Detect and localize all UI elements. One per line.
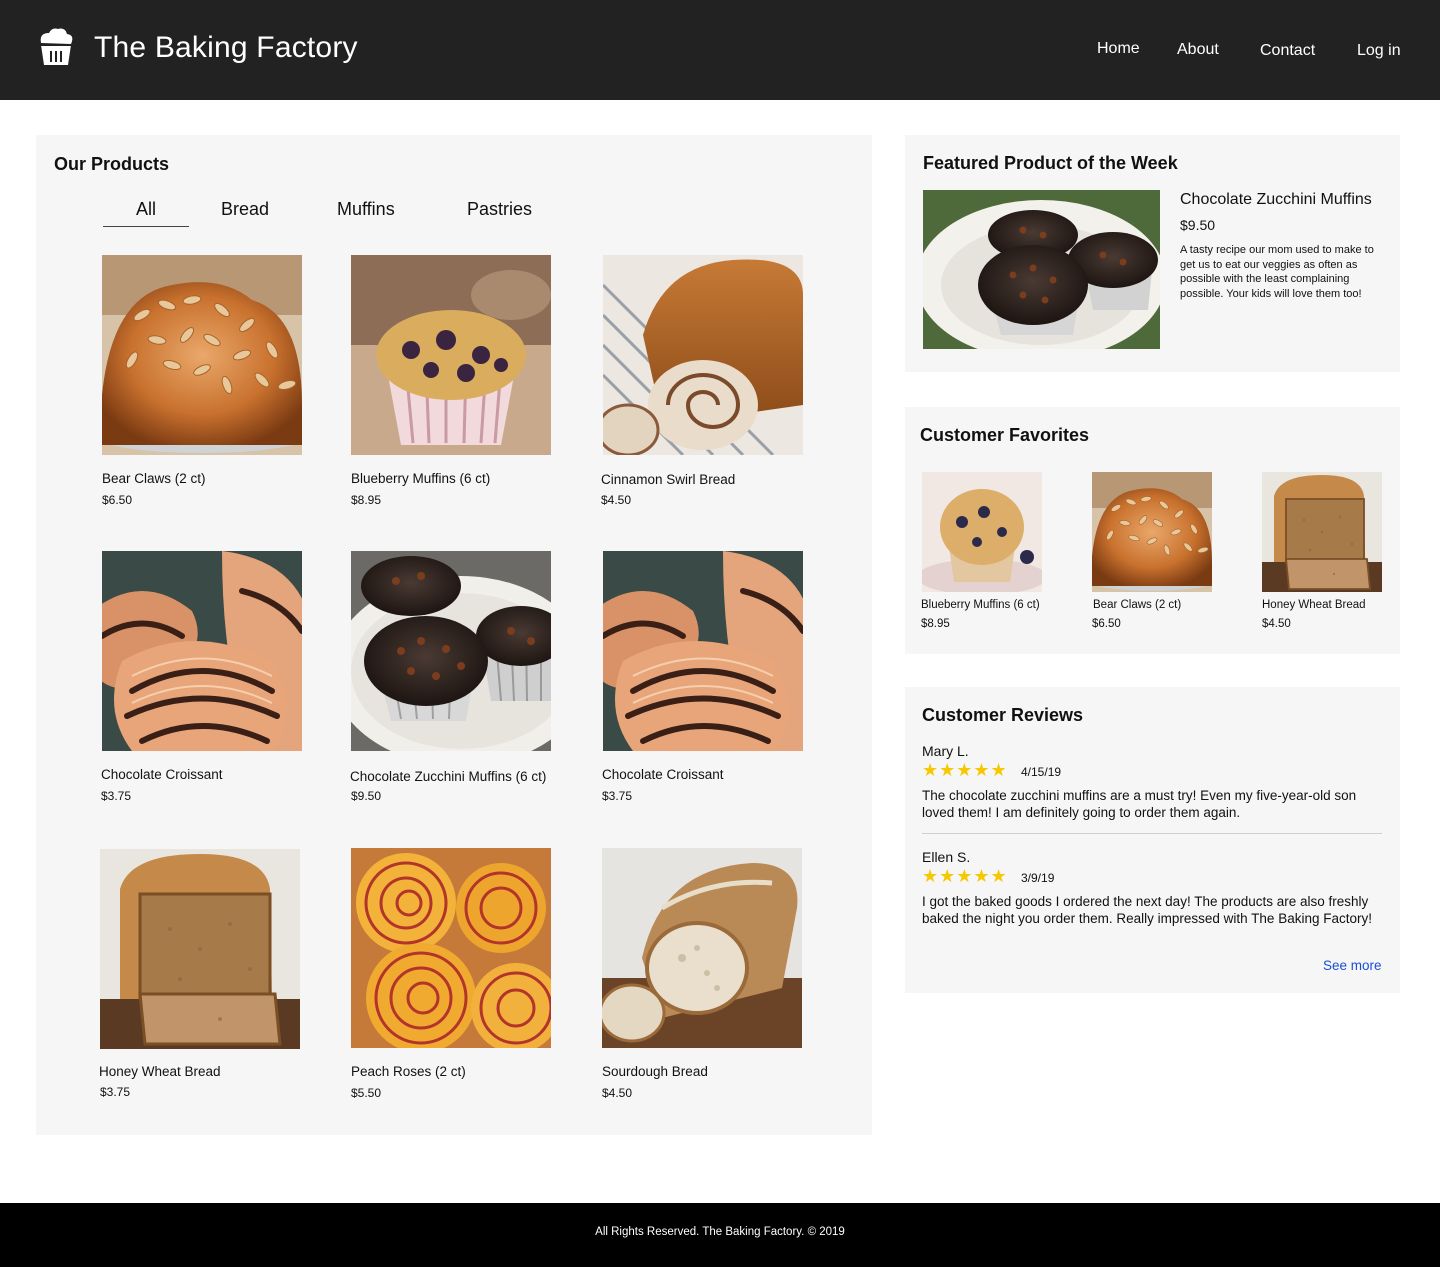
chocolate-croissant-image[interactable] — [603, 551, 803, 751]
product-name[interactable]: Honey Wheat Bread — [99, 1064, 221, 1079]
bear-claw-image[interactable] — [102, 255, 302, 455]
tab-all[interactable]: All — [136, 199, 156, 220]
tab-muffins[interactable]: Muffins — [337, 199, 395, 220]
cinnamon-swirl-bread-image[interactable] — [603, 255, 803, 455]
featured-product-price: $9.50 — [1180, 217, 1216, 233]
nav-about[interactable]: About — [1177, 41, 1219, 59]
site-footer: All Rights Reserved. The Baking Factory.… — [0, 1203, 1440, 1267]
product-price: $8.95 — [351, 493, 382, 507]
product-name[interactable]: Chocolate Zucchini Muffins (6 ct) — [350, 769, 546, 784]
tab-bread[interactable]: Bread — [221, 199, 269, 220]
product-name[interactable]: Peach Roses (2 ct) — [351, 1064, 466, 1079]
product-name[interactable]: Cinnamon Swirl Bread — [601, 472, 735, 487]
products-title: Our Products — [54, 154, 170, 174]
favorite-name[interactable]: Honey Wheat Bread — [1262, 599, 1366, 611]
chocolate-muffin-image[interactable] — [923, 190, 1160, 349]
product-price: $9.50 — [351, 789, 382, 803]
featured-title: Featured Product of the Week — [923, 153, 1178, 173]
product-name[interactable]: Chocolate Croissant — [101, 767, 223, 782]
chocolate-muffin-image[interactable] — [351, 551, 551, 751]
product-price: $4.50 — [601, 493, 632, 507]
reviews-panel — [905, 687, 1400, 993]
featured-product-description: A tasty recipe our mom used to make to g… — [1180, 244, 1374, 300]
review-date: 3/9/19 — [1021, 871, 1055, 885]
reviews-title: Customer Reviews — [922, 705, 1084, 725]
tab-pastries[interactable]: Pastries — [467, 199, 532, 220]
review-divider — [922, 833, 1382, 834]
favorite-name[interactable]: Bear Claws (2 ct) — [1093, 599, 1181, 611]
chocolate-croissant-image[interactable] — [102, 551, 302, 751]
cupcake-icon[interactable] — [35, 27, 77, 67]
product-name[interactable]: Chocolate Croissant — [602, 767, 724, 782]
product-price: $4.50 — [602, 1086, 633, 1100]
nav-contact[interactable]: Contact — [1260, 42, 1315, 60]
see-more-link[interactable]: See more — [1323, 958, 1382, 973]
star-rating: ★★★★★ — [922, 760, 1008, 780]
review-text: The chocolate zucchini muffins are a mus… — [922, 788, 1357, 820]
product-price: $3.75 — [100, 1085, 131, 1099]
review-date: 4/15/19 — [1021, 765, 1062, 779]
nav-login[interactable]: Log in — [1357, 42, 1401, 60]
blueberry-muffin-image[interactable] — [351, 255, 551, 455]
review-author: Mary L. — [922, 743, 969, 759]
review-text: I got the baked goods I ordered the next… — [922, 894, 1372, 926]
product-name[interactable]: Sourdough Bread — [602, 1064, 708, 1079]
product-name[interactable]: Blueberry Muffins (6 ct) — [351, 471, 490, 486]
blueberry-muffin-image[interactable] — [922, 472, 1042, 592]
star-rating: ★★★★★ — [922, 866, 1008, 886]
nav-home[interactable]: Home — [1097, 40, 1140, 58]
review-author: Ellen S. — [922, 849, 971, 865]
favorite-price: $4.50 — [1262, 618, 1291, 630]
honey-wheat-bread-image[interactable] — [100, 849, 300, 1049]
product-price: $3.75 — [101, 789, 132, 803]
favorite-price: $8.95 — [921, 618, 950, 630]
honey-wheat-bread-image[interactable] — [1262, 472, 1382, 592]
site-brand[interactable]: The Baking Factory — [94, 31, 358, 65]
featured-product-name[interactable]: Chocolate Zucchini Muffins — [1180, 191, 1372, 209]
favorite-price: $6.50 — [1092, 618, 1121, 630]
sourdough-bread-image[interactable] — [602, 848, 802, 1048]
product-name[interactable]: Bear Claws (2 ct) — [102, 471, 206, 486]
footer-copyright: All Rights Reserved. The Baking Factory.… — [595, 1226, 845, 1238]
peach-roses-image[interactable] — [351, 848, 551, 1048]
site-header: The Baking Factory Home About Contact Lo… — [0, 0, 1440, 100]
product-price: $3.75 — [602, 789, 633, 803]
favorites-title: Customer Favorites — [920, 425, 1090, 445]
favorite-name[interactable]: Blueberry Muffins (6 ct) — [921, 599, 1040, 611]
bear-claw-image[interactable] — [1092, 472, 1212, 592]
product-price: $6.50 — [102, 493, 133, 507]
product-price: $5.50 — [351, 1086, 382, 1100]
active-tab-indicator — [103, 226, 189, 227]
